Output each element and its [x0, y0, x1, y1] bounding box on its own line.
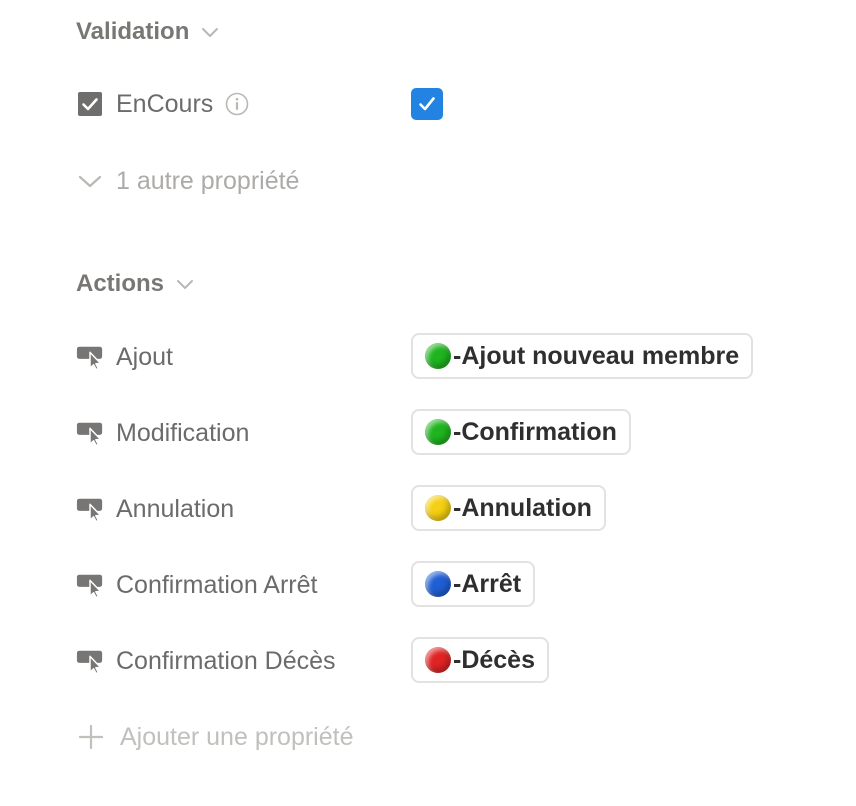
action-button-ajout[interactable]: -Ajout nouveau membre — [411, 333, 754, 379]
button-property-icon — [76, 571, 104, 599]
property-row-ajout: Ajout — [76, 337, 173, 377]
property-row-modification: Modification — [76, 413, 249, 453]
property-label-confirmation-deces: Confirmation Décès — [116, 646, 336, 675]
property-row-annulation: Annulation — [76, 489, 234, 529]
action-button-label: -Confirmation — [453, 417, 617, 446]
add-property-label: Ajouter une propriété — [120, 722, 354, 751]
button-property-icon — [76, 343, 104, 371]
action-button-annulation[interactable]: -Annulation — [411, 485, 606, 531]
property-label-modification: Modification — [116, 418, 250, 447]
add-property-button[interactable]: Ajouter une propriété — [76, 717, 353, 757]
plus-icon — [76, 722, 106, 752]
property-label-annulation: Annulation — [116, 494, 235, 523]
show-more-label: 1 autre propriété — [116, 166, 300, 195]
property-row-confirmation-deces: Confirmation Décès — [76, 641, 336, 681]
actions-section-header[interactable]: Actions — [76, 270, 196, 298]
action-button-label: -Arrêt — [453, 569, 522, 598]
button-property-icon — [76, 647, 104, 675]
chevron-down-icon — [199, 21, 221, 43]
action-button-label: -Annulation — [453, 493, 592, 522]
property-label-confirmation-arret: Confirmation Arrêt — [116, 570, 318, 599]
action-button-label: -Décès — [453, 645, 535, 674]
property-row-encours: EnCours — [76, 84, 249, 124]
validation-section-header[interactable]: Validation — [76, 18, 221, 46]
property-label-encours: EnCours — [116, 89, 214, 118]
yellow-circle-icon — [425, 495, 451, 521]
green-circle-icon — [425, 419, 451, 445]
actions-section-title: Actions — [76, 270, 165, 297]
action-button-label: -Ajout nouveau membre — [453, 341, 740, 370]
action-button-arret[interactable]: -Arrêt — [411, 561, 536, 607]
action-button-modification[interactable]: -Confirmation — [411, 409, 631, 455]
chevron-down-icon — [174, 273, 196, 295]
chevron-down-icon — [76, 167, 104, 195]
action-button-deces[interactable]: -Décès — [411, 637, 549, 683]
validation-section-title: Validation — [76, 18, 190, 45]
button-property-icon — [76, 419, 104, 447]
encours-checkbox[interactable] — [411, 88, 443, 120]
checkmark-icon — [419, 97, 435, 111]
info-icon[interactable] — [225, 92, 249, 116]
property-row-confirmation-arret: Confirmation Arrêt — [76, 565, 317, 605]
green-circle-icon — [425, 343, 451, 369]
red-circle-icon — [425, 647, 451, 673]
property-label-ajout: Ajout — [116, 342, 173, 371]
show-more-properties[interactable]: 1 autre propriété — [76, 162, 299, 200]
blue-circle-icon — [425, 571, 451, 597]
checkbox-property-icon — [76, 90, 104, 118]
button-property-icon — [76, 495, 104, 523]
